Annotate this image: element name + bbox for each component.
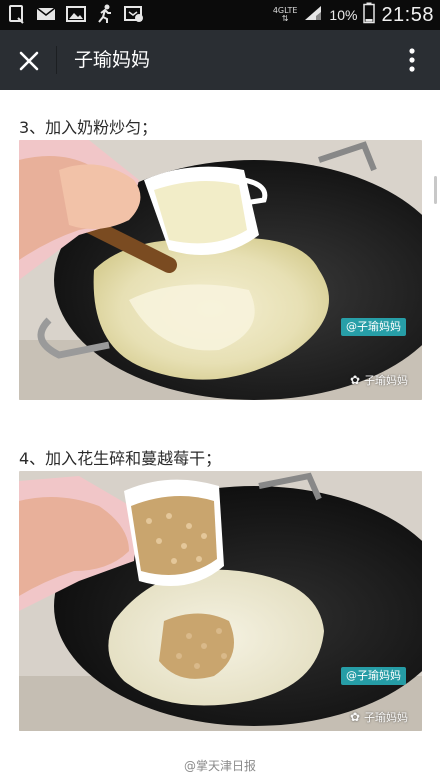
more-button[interactable] — [400, 44, 424, 76]
clock: 21:58 — [381, 3, 434, 26]
step-3-text: 3、加入奶粉炒匀； — [19, 118, 158, 137]
battery-percent: 10% — [329, 7, 358, 23]
watermark-brand: ✿ 子瑜妈妈 — [350, 372, 408, 388]
watermark-tag: @子瑜妈妈 — [341, 318, 406, 336]
wechat-icon: ✿ — [349, 710, 360, 724]
run-icon — [96, 4, 114, 24]
close-button[interactable] — [13, 45, 45, 77]
watermark-brand: ✿ 子瑜妈妈 — [350, 709, 408, 725]
watermark-tag: @子瑜妈妈 — [341, 667, 406, 685]
gallery-icon — [66, 5, 86, 23]
close-icon — [19, 51, 39, 71]
scrollbar-thumb[interactable] — [434, 176, 437, 204]
wok-peanuts-image — [19, 471, 422, 731]
system-status: 4GLTE ⇅ 10% 21:58 — [273, 0, 434, 30]
sim-icon — [8, 4, 26, 24]
watermark-brand-label: 子瑜妈妈 — [364, 711, 408, 724]
status-bar: 4GLTE ⇅ 10% 21:58 — [0, 0, 440, 30]
notification-icons — [8, 4, 144, 24]
battery-icon — [363, 2, 376, 28]
page-title: 子瑜妈妈 — [74, 49, 151, 71]
app-notification-icon — [124, 5, 144, 23]
footer-watermark: @掌天津日报 — [183, 759, 256, 773]
more-vertical-icon — [409, 48, 415, 72]
signal-icon — [303, 4, 323, 26]
app-bar: 子瑜妈妈 — [0, 30, 440, 90]
article-content[interactable]: 3、加入奶粉炒匀； @子瑜妈妈 ✿ 子瑜妈妈 4、加入花生碎和蔓越莓干； @子瑜… — [0, 90, 440, 782]
app-bar-divider — [56, 46, 57, 74]
step-3-photo[interactable]: @子瑜妈妈 ✿ 子瑜妈妈 — [19, 140, 422, 400]
step-4-photo[interactable]: @子瑜妈妈 ✿ 子瑜妈妈 — [19, 471, 422, 731]
step-4-text: 4、加入花生碎和蔓越莓干； — [19, 449, 222, 468]
wok-milk-powder-image — [19, 140, 422, 400]
watermark-brand-label: 子瑜妈妈 — [364, 374, 408, 387]
network-indicator: 4GLTE ⇅ — [272, 6, 298, 23]
mail-icon — [36, 6, 56, 22]
wechat-icon: ✿ — [349, 373, 360, 387]
